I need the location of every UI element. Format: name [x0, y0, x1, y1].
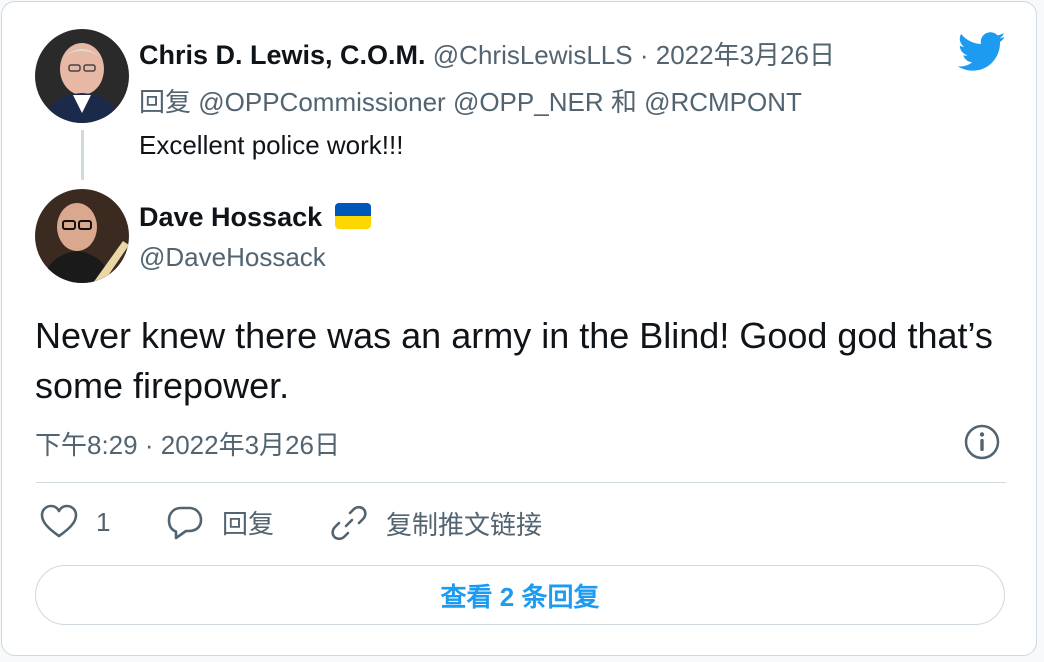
link-icon	[331, 505, 367, 541]
tweet-time: 下午8:29	[35, 430, 138, 460]
heart-icon	[40, 504, 78, 538]
parent-separator: ·	[639, 40, 649, 70]
parent-date[interactable]: 2022年3月26日	[656, 40, 835, 70]
reply-bubble-icon	[167, 506, 203, 539]
parent-tweet-text: Excellent police work!!!	[139, 130, 404, 160]
reply-joiner: 和	[610, 87, 637, 117]
mention-rcmpont[interactable]: @RCMPONT	[644, 87, 802, 117]
tweet-timestamp[interactable]: 下午8:29 · 2022年3月26日	[35, 425, 340, 462]
reply-to-line: 回复 @OPPCommissioner @OPP_NER 和 @RCMPONT	[139, 82, 802, 119]
thread-connector-line	[81, 130, 84, 180]
parent-display-name[interactable]: Chris D. Lewis, C.O.M.	[139, 40, 426, 70]
actions-divider	[36, 482, 1006, 483]
copy-link-label: 复制推文链接	[386, 509, 543, 540]
reply-button[interactable]: 回复	[166, 504, 274, 541]
reply-label: 回复	[222, 509, 275, 539]
main-display-name[interactable]: Dave Hossack	[139, 202, 322, 232]
view-replies-label: 查看 2 条回复	[440, 581, 600, 612]
mention-oppcommissioner[interactable]: @OPPCommissioner	[198, 87, 445, 117]
info-icon[interactable]	[963, 423, 1001, 466]
reply-prefix: 回复	[139, 87, 192, 117]
tweet-card: Chris D. Lewis, C.O.M. @ChrisLewisLLS · …	[1, 1, 1037, 656]
parent-header: Chris D. Lewis, C.O.M. @ChrisLewisLLS · …	[139, 35, 835, 72]
main-tweet-text: Never knew there was an army in the Blin…	[35, 315, 993, 406]
parent-avatar[interactable]	[35, 29, 129, 123]
timestamp-separator: ·	[144, 430, 154, 460]
tweet-date: 2022年3月26日	[160, 430, 340, 460]
like-button[interactable]: 1	[40, 504, 110, 540]
copy-link-button[interactable]: 复制推文链接	[330, 504, 542, 542]
main-name-row: Dave Hossack	[139, 202, 371, 233]
ukraine-flag-icon	[334, 203, 371, 229]
twitter-bird-icon[interactable]	[957, 32, 1006, 77]
view-replies-button[interactable]: 查看 2 条回复	[35, 565, 1005, 625]
mention-opp-ner[interactable]: @OPP_NER	[453, 87, 604, 117]
like-count: 1	[96, 506, 111, 537]
main-avatar[interactable]	[35, 189, 129, 283]
main-handle[interactable]: @DaveHossack	[139, 242, 326, 273]
parent-handle[interactable]: @ChrisLewisLLS	[433, 40, 633, 70]
